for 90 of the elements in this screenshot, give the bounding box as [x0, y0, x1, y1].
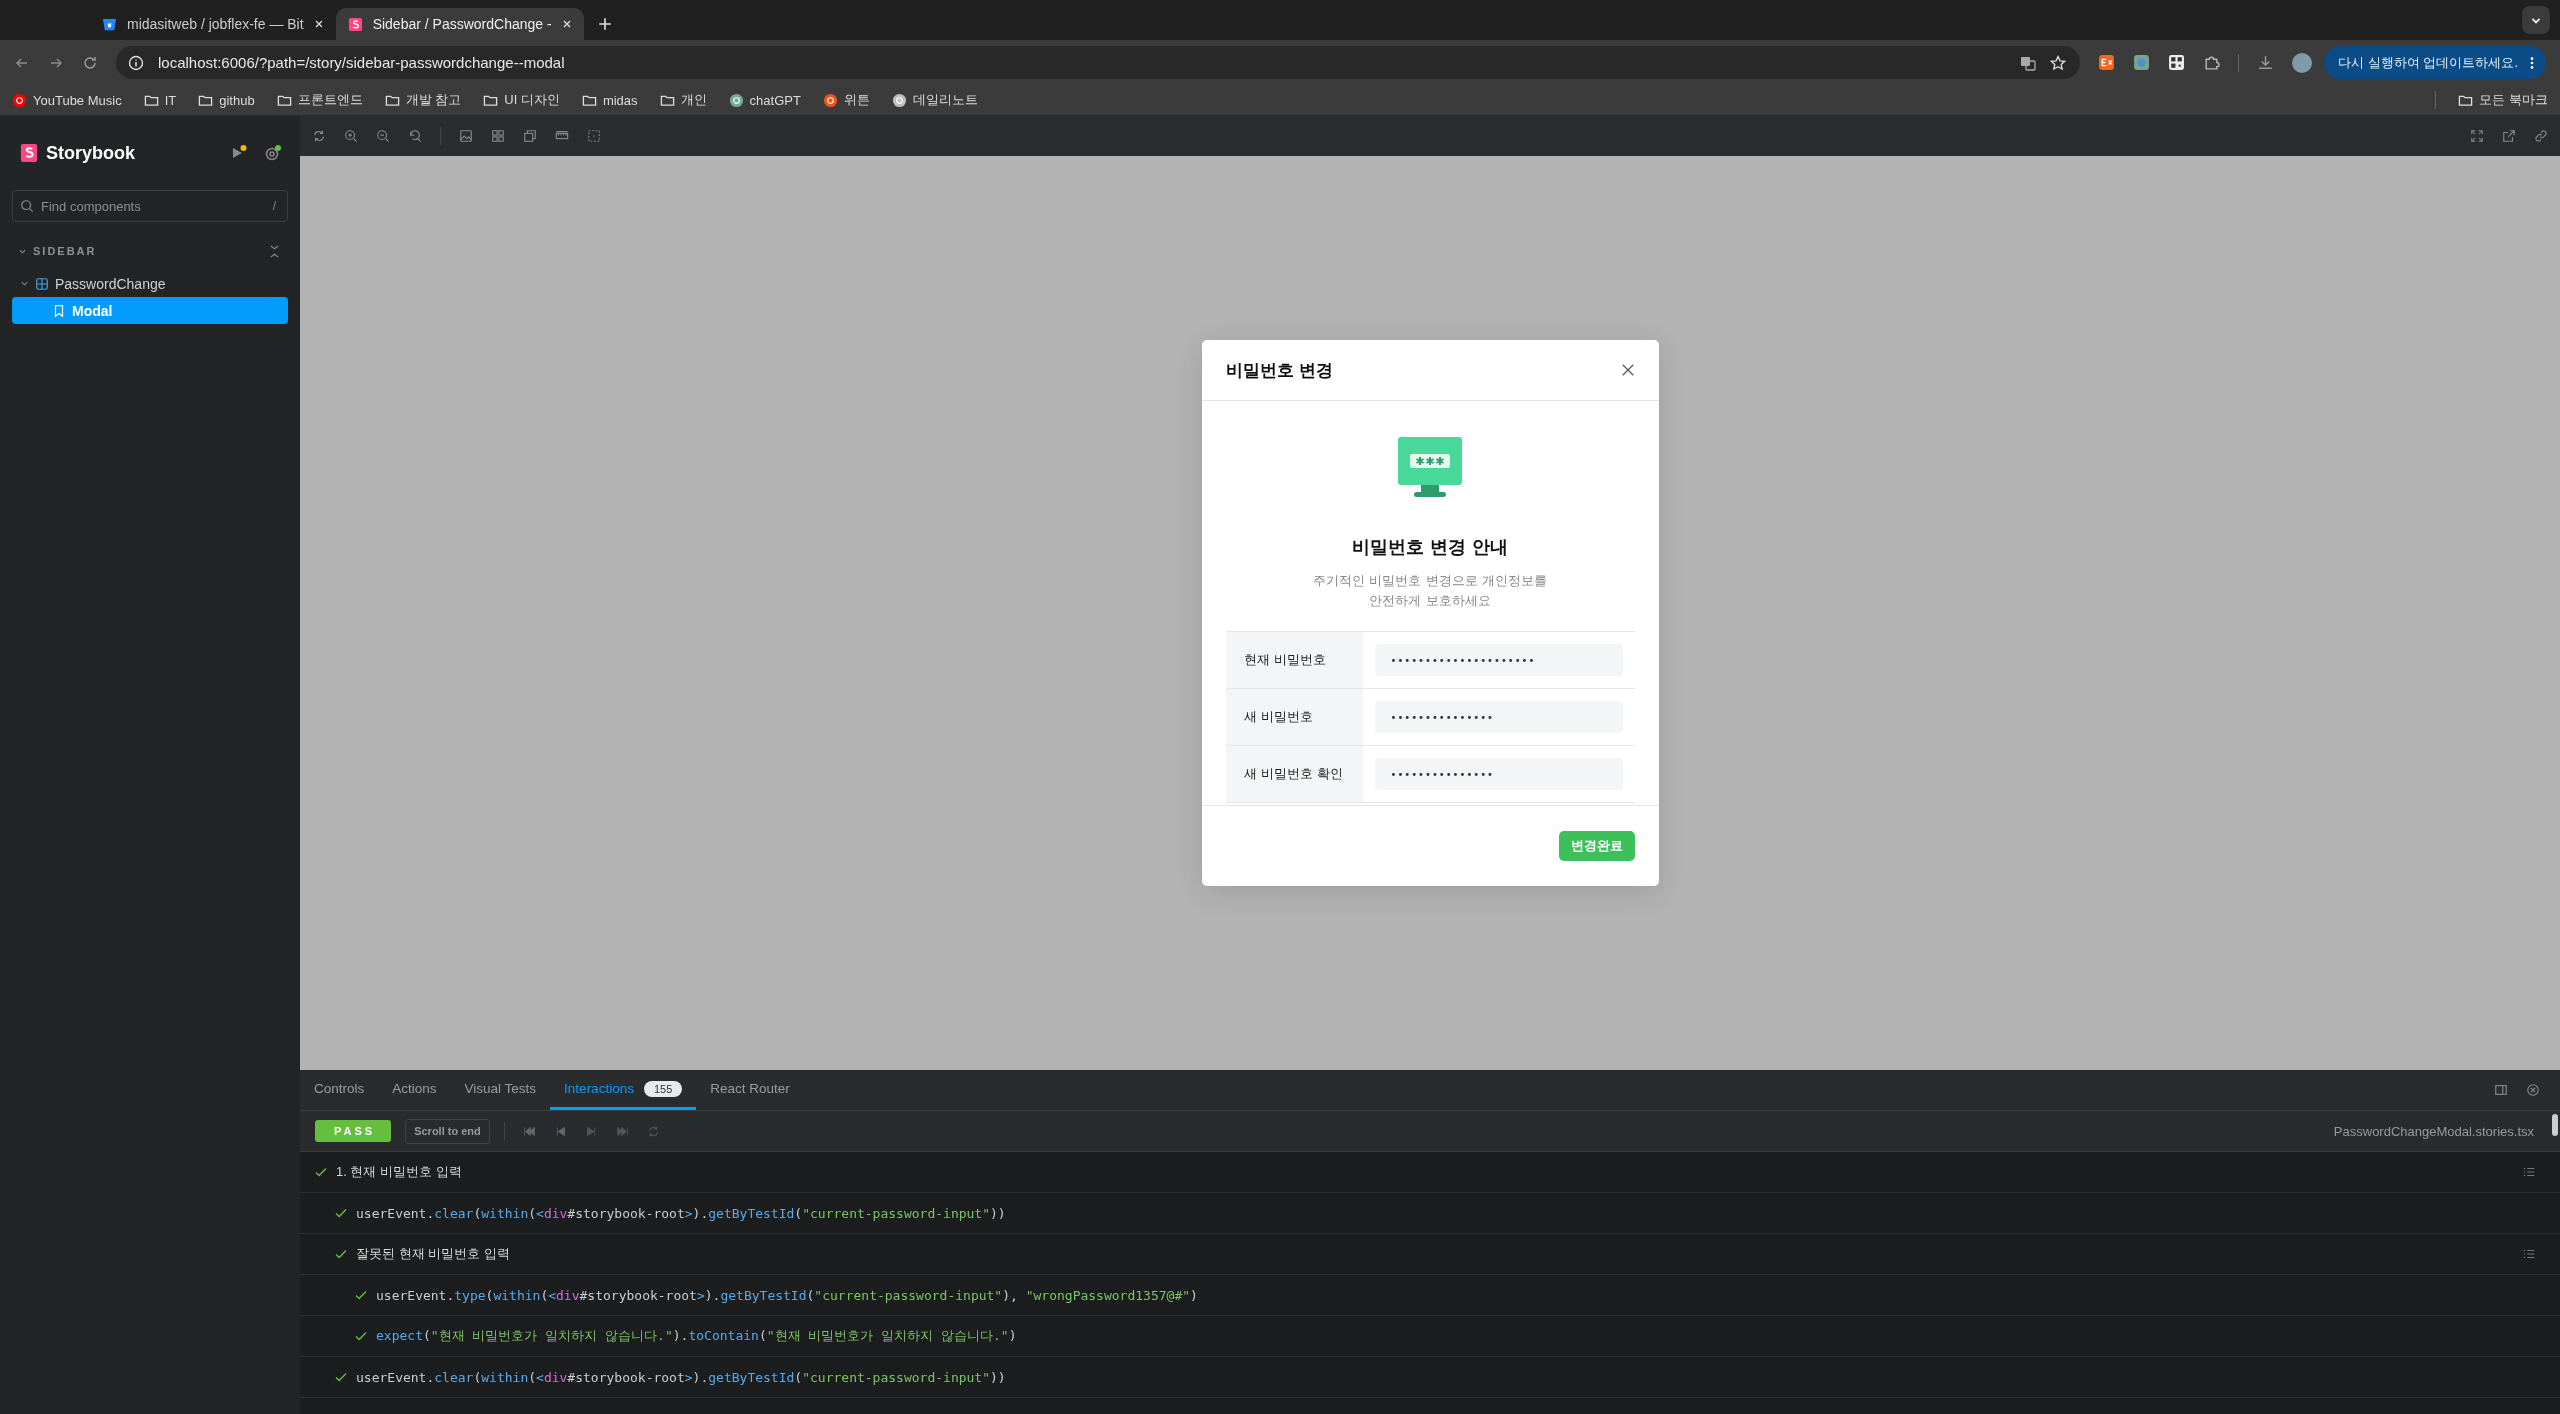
section-title[interactable]: SIDEBAR	[33, 245, 97, 257]
password-field[interactable]: •••••••••••••••••••••	[1374, 644, 1623, 676]
code-line[interactable]: userEvent.clear(within(<div#storybook-root>).getByTestId("current-password-input"))	[356, 1205, 1006, 1221]
step-label[interactable]: 1. 현재 비밀번호 입력	[336, 1163, 462, 1181]
check-icon	[354, 1288, 368, 1302]
url-text: localhost:6006/?path=/story/sidebar-passwordchange--modal	[158, 54, 565, 71]
shortcut-hint: /	[272, 199, 276, 213]
modal-description: 주기적인 비밀번호 변경으로 개인정보를 안전하게 보호하세요	[1313, 572, 1547, 610]
open-new-window-icon[interactable]	[2502, 129, 2516, 143]
panel-layout-icon[interactable]	[2494, 1083, 2508, 1097]
sync-icon[interactable]	[312, 129, 326, 143]
reload-icon[interactable]	[82, 54, 98, 71]
browser-tab[interactable]: midasitweb / jobflex-fe — Bit	[90, 8, 336, 40]
field-label: 현재 비밀번호	[1225, 632, 1363, 688]
browser-tab[interactable]: Sidebar / PasswordChange -	[335, 8, 584, 40]
extension-icon[interactable]	[2098, 54, 2116, 71]
panel-tab[interactable]: React Router	[696, 1070, 804, 1110]
status-badge: PASS	[315, 1120, 392, 1142]
bookmark[interactable]: 모든 북마크	[2458, 91, 2548, 109]
bucket-icon	[102, 16, 117, 32]
address-bar[interactable]: localhost:6006/?path=/story/sidebar-passwordchange--modal	[116, 46, 2081, 79]
settings-icon[interactable]	[264, 144, 282, 162]
fullscreen-icon[interactable]	[2470, 129, 2484, 143]
zoom-reset-icon[interactable]	[408, 129, 422, 143]
scroll-to-end-button[interactable]: Scroll to end	[405, 1118, 490, 1144]
qr-code-icon[interactable]	[2168, 54, 2186, 71]
more-icon	[2530, 55, 2534, 70]
panel-tab[interactable]: Actions	[378, 1070, 451, 1110]
link-icon[interactable]	[2534, 129, 2548, 143]
password-field[interactable]: •••••••••••••••	[1374, 758, 1623, 790]
chevron-icon	[20, 279, 29, 288]
field-label: 새 비밀번호	[1225, 689, 1363, 745]
bookmark[interactable]: YouTube Music	[12, 92, 122, 108]
modal-title: 비밀번호 변경	[1225, 358, 1334, 382]
monitor-password-icon	[1398, 437, 1462, 497]
panel-tab[interactable]: Visual Tests	[450, 1070, 551, 1110]
step-label[interactable]: 잘못된 현재 비밀번호 입력	[356, 1245, 510, 1263]
bookmark[interactable]: github	[198, 92, 255, 108]
close-icon[interactable]	[1620, 363, 1635, 377]
bookmark[interactable]: UI 디자인	[483, 91, 560, 109]
field-label: 새 비밀번호 확인	[1225, 746, 1363, 802]
outline-icon[interactable]	[587, 129, 601, 143]
bookmark[interactable]: midas	[581, 92, 638, 108]
star-icon[interactable]	[2050, 54, 2067, 71]
bookmark[interactable]: 데일리노트	[891, 91, 978, 109]
check-icon	[314, 1165, 328, 1179]
component-icon	[35, 276, 49, 291]
puzzle-icon[interactable]	[2203, 54, 2221, 71]
close-icon[interactable]	[561, 19, 572, 29]
tree-item[interactable]: PasswordChange	[12, 270, 288, 297]
panel-tab[interactable]: Controls	[300, 1070, 379, 1110]
check-icon	[334, 1206, 348, 1220]
list-icon[interactable]	[2522, 1247, 2536, 1261]
info-icon[interactable]	[128, 54, 144, 71]
profile-avatar[interactable]	[2292, 52, 2313, 73]
bookmark[interactable]: 위튼	[822, 91, 870, 109]
download-icon[interactable]	[2257, 54, 2275, 71]
password-field[interactable]: •••••••••••••••	[1374, 701, 1623, 733]
check-icon	[354, 1329, 368, 1343]
check-icon	[334, 1370, 348, 1384]
layers-icon[interactable]	[523, 129, 537, 143]
bookmark[interactable]: 개발 참고	[384, 91, 462, 109]
bookmark[interactable]: IT	[143, 92, 177, 108]
bookmark[interactable]: chatGPT	[728, 92, 801, 108]
storybook-logo-icon	[20, 143, 38, 163]
zoom-out-icon[interactable]	[376, 129, 390, 143]
tab-search-button[interactable]	[2522, 6, 2550, 34]
list-icon[interactable]	[2522, 1165, 2536, 1179]
rewind-icon[interactable]	[522, 1124, 536, 1138]
close-icon[interactable]	[313, 19, 324, 29]
file-name: PasswordChangeModal.stories.tsx	[2333, 1123, 2534, 1139]
code-line[interactable]: expect("현재 비밀번호가 일치하지 않습니다.").toContain("현재 비밀번호가 일치하지 않습니다.")	[376, 1327, 1017, 1345]
scrollbar[interactable]	[2552, 1114, 2558, 1136]
brand-name: Storybook	[46, 142, 135, 164]
bookmark[interactable]: 개인	[659, 91, 707, 109]
check-icon	[334, 1247, 348, 1261]
code-line[interactable]: userEvent.type(within(<div#storybook-root>).getByTestId("current-password-input"), "wrongPassword1357@#")	[376, 1287, 1198, 1303]
collapse-icon[interactable]	[269, 243, 280, 259]
new-tab-icon[interactable]	[597, 17, 612, 31]
bookmark-icon	[52, 303, 66, 318]
zoom-in-icon[interactable]	[344, 129, 358, 143]
image-icon[interactable]	[459, 129, 473, 143]
code-line[interactable]: userEvent.clear(within(<div#storybook-root>).getByTestId("current-password-input"))	[356, 1369, 1006, 1385]
update-button[interactable]: 다시 실행하여 업데이트하세요.	[2324, 46, 2546, 79]
translate-icon[interactable]	[2020, 54, 2037, 71]
storybook-logo-icon	[347, 16, 363, 32]
modal-heading: 비밀번호 변경 안내	[1351, 535, 1509, 559]
grid-icon[interactable]	[491, 129, 505, 143]
bookmark[interactable]: 프론트엔드	[276, 91, 363, 109]
search-icon	[20, 199, 34, 213]
